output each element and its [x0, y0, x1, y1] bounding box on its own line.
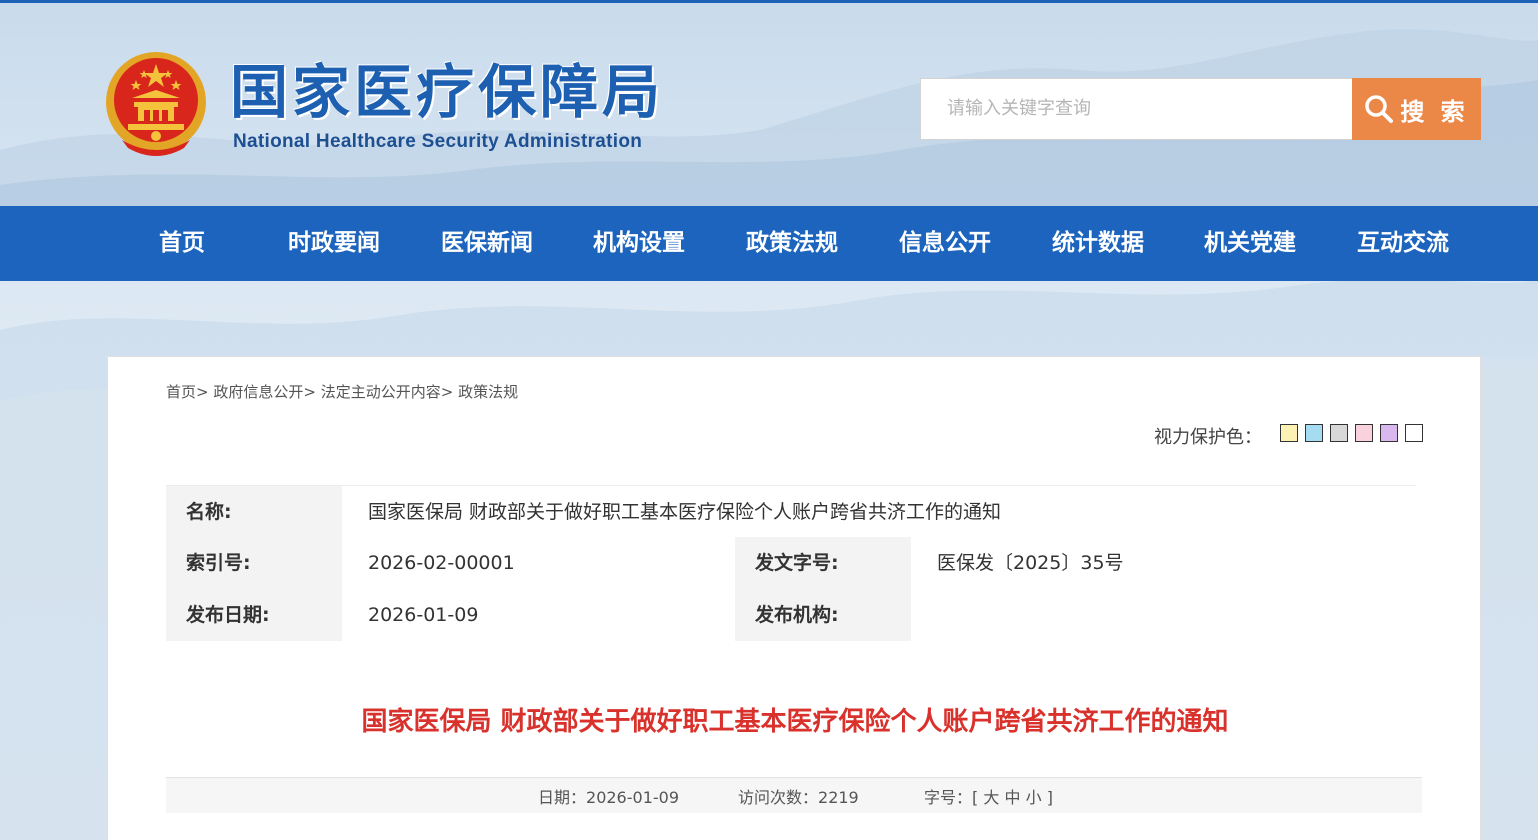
info-font-label: 字号：	[924, 788, 973, 807]
nav-item-party-building[interactable]: 机关党建	[1204, 206, 1296, 281]
breadcrumb-separator: >	[440, 383, 454, 401]
font-size-small-link[interactable]: 小	[1026, 788, 1042, 807]
breadcrumb-item-policies[interactable]: 政策法规	[458, 383, 518, 401]
nav-item-statistics[interactable]: 统计数据	[1052, 206, 1144, 281]
meta-row-name: 名称: 国家医保局 财政部关于做好职工基本医疗保险个人账户跨省共济工作的通知	[166, 485, 1416, 538]
nav-item-home[interactable]: 首页	[159, 206, 205, 281]
eye-care-swatch-blue[interactable]	[1305, 424, 1323, 442]
info-date: 日期：2026-01-09	[538, 778, 679, 818]
meta-name-label: 名称:	[166, 486, 342, 538]
eye-care-swatch-gray[interactable]	[1330, 424, 1348, 442]
info-visits-label: 访问次数：	[738, 788, 819, 807]
search-button[interactable]: 搜 索	[1352, 78, 1481, 140]
meta-org-label: 发布机构:	[735, 589, 911, 641]
font-size-medium-link[interactable]: 中	[1004, 788, 1020, 807]
site-title: 国家医疗保障局	[230, 58, 665, 126]
meta-date-label: 发布日期:	[166, 589, 342, 641]
meta-index-value: 2026-02-00001	[342, 537, 735, 589]
search-button-label: 搜 索	[1400, 97, 1469, 126]
info-visits: 访问次数：2219	[738, 778, 859, 818]
meta-row-index: 索引号: 2026-02-00001 发文字号: 医保发〔2025〕35号	[166, 537, 1416, 589]
font-size-bracket-open: [	[972, 788, 979, 807]
breadcrumb-separator: >	[196, 383, 209, 401]
nav-item-organization[interactable]: 机构设置	[593, 206, 685, 281]
meta-name-value: 国家医保局 财政部关于做好职工基本医疗保险个人账户跨省共济工作的通知	[342, 486, 1416, 538]
meta-org-value	[911, 589, 1416, 641]
font-size-large-link[interactable]: 大	[983, 788, 999, 807]
breadcrumb-item-home[interactable]: 首页	[166, 383, 196, 401]
eye-care-swatch-purple[interactable]	[1380, 424, 1398, 442]
document-info-bar: 日期：2026-01-09 访问次数：2219 字号：[ 大 中 小 ]	[166, 777, 1422, 813]
content-card: 首页> 政府信息公开> 法定主动公开内容> 政策法规 视力保护色： 名称: 国家…	[107, 356, 1481, 840]
eye-care-swatch-pink[interactable]	[1355, 424, 1373, 442]
eye-care-label: 视力保护色：	[1154, 427, 1262, 448]
meta-index-label: 索引号:	[166, 537, 342, 589]
info-date-value: 2026-01-09	[586, 788, 679, 807]
breadcrumb-item-statutory[interactable]: 法定主动公开内容	[321, 383, 441, 401]
nav-item-political-news[interactable]: 时政要闻	[288, 206, 380, 281]
breadcrumb: 首页> 政府信息公开> 法定主动公开内容> 政策法规	[166, 381, 518, 402]
breadcrumb-item-gov-info[interactable]: 政府信息公开	[213, 383, 303, 401]
main-nav: 首页 时政要闻 医保新闻 机构设置 政策法规 信息公开 统计数据 机关党建 互动…	[0, 206, 1538, 281]
nav-item-interaction[interactable]: 互动交流	[1357, 206, 1449, 281]
meta-docno-value: 医保发〔2025〕35号	[911, 537, 1416, 589]
meta-date-value: 2026-01-09	[342, 589, 735, 641]
eye-care-swatch-yellow[interactable]	[1280, 424, 1298, 442]
eye-care-swatches	[1280, 424, 1423, 442]
nav-item-information-disclosure[interactable]: 信息公开	[899, 206, 991, 281]
meta-row-date: 发布日期: 2026-01-09 发布机构:	[166, 589, 1416, 641]
eye-care-swatch-white[interactable]	[1405, 424, 1423, 442]
breadcrumb-separator: >	[303, 383, 316, 401]
info-visits-value: 2219	[818, 788, 859, 807]
info-font-size: 字号：[ 大 中 小 ]	[924, 778, 1053, 818]
info-date-label: 日期：	[538, 788, 587, 807]
font-size-bracket-close: ]	[1046, 788, 1053, 807]
site-title-english: National Healthcare Security Administrat…	[233, 131, 643, 152]
search-icon	[1365, 95, 1394, 123]
meta-docno-label: 发文字号:	[735, 537, 911, 589]
nav-item-healthcare-news[interactable]: 医保新闻	[441, 206, 533, 281]
document-title: 国家医保局 财政部关于做好职工基本医疗保险个人账户跨省共济工作的通知	[361, 707, 1229, 737]
search-input[interactable]: 请输入关键字查询	[920, 78, 1354, 140]
national-emblem-logo	[106, 52, 206, 156]
nav-item-policies[interactable]: 政策法规	[746, 206, 838, 281]
